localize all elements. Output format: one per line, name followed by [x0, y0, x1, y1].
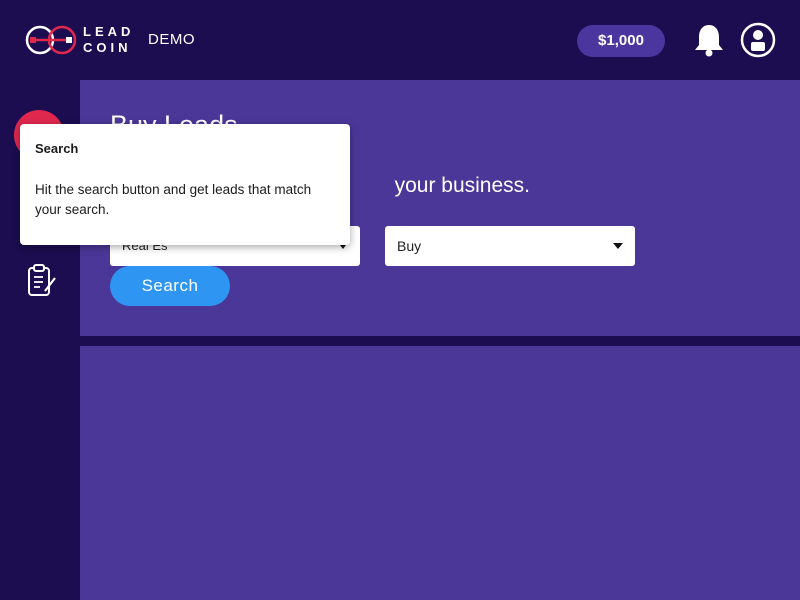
balance-badge[interactable]: $1,000 [577, 25, 665, 57]
environment-label: DEMO [148, 31, 195, 48]
leadcoin-logo-icon[interactable] [24, 24, 79, 56]
account-icon[interactable] [740, 22, 776, 58]
tooltip-title: Search [35, 141, 79, 156]
logo-word-lead: LEAD [83, 24, 135, 39]
chevron-down-icon [340, 245, 346, 249]
chevron-down-icon [613, 243, 623, 249]
clipboard-icon[interactable] [26, 264, 58, 298]
bell-icon[interactable] [692, 22, 726, 58]
onboarding-tooltip: Search Hit the search button and get lea… [20, 124, 350, 245]
lead-type-select[interactable]: Buy [385, 226, 635, 266]
tooltip-body: Hit the search button and get leads that… [35, 182, 312, 217]
top-bar: LEAD COIN DEMO $1,000 [0, 0, 800, 80]
search-button[interactable]: Search [110, 266, 230, 306]
lead-type-select-value: Buy [397, 238, 422, 254]
logo-wordmark: LEAD COIN [83, 24, 135, 56]
results-panel [80, 346, 800, 600]
logo-word-coin: COIN [83, 40, 132, 55]
